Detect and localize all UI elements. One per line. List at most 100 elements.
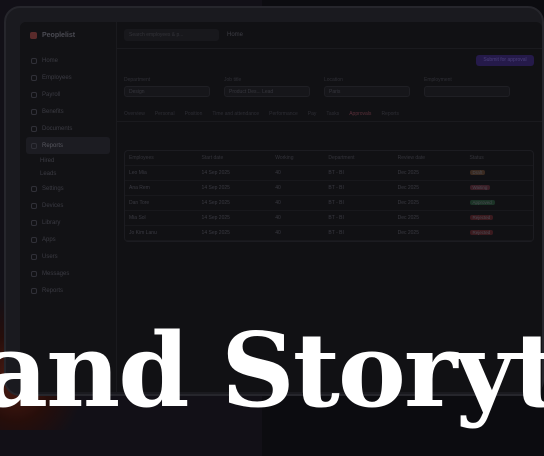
nav-icon <box>31 236 37 243</box>
table-row[interactable]: Mia Sol 14 Sep 2025 40 BT - BI Dec 2025 Rejec… <box>125 210 533 226</box>
sidebar-item-label: Documents <box>42 125 73 132</box>
filter-field: Location Paris <box>324 77 410 97</box>
breadcrumb[interactable]: Home <box>227 32 243 38</box>
nav-icon <box>31 185 37 192</box>
tab-performance[interactable]: Performance <box>269 111 298 117</box>
column-header[interactable]: Employees <box>125 151 198 166</box>
sidebar-item-messages[interactable]: Messages <box>26 265 110 282</box>
app-logo: Peoplelist <box>20 22 116 48</box>
status-badge: Approved <box>469 200 495 205</box>
tab-time-and-attendance[interactable]: Time and attendance <box>212 111 259 117</box>
filter-label: Department <box>124 77 151 83</box>
cell-date: 14 Sep 2025 <box>197 180 272 196</box>
headline-text: and Storyt <box>0 311 544 431</box>
tab-pay[interactable]: Pay <box>308 111 317 117</box>
filter-select[interactable] <box>424 86 510 97</box>
cell-name: Mia Sol <box>125 210 198 226</box>
sidebar-item-settings[interactable]: Settings <box>26 180 110 197</box>
filter-field: Department Design <box>124 77 210 97</box>
cell-date: 14 Sep 2025 <box>197 225 272 241</box>
sidebar-item-label: Payroll <box>42 91 61 98</box>
sidebar-item-reports[interactable]: Reports <box>26 282 110 299</box>
table-row[interactable]: Leo Mia 14 Sep 2025 40 BT - BI Dec 2025 Draft <box>125 165 533 181</box>
sidebar-item-apps[interactable]: Apps <box>26 231 110 248</box>
top-bar: Search employees & p... Home <box>116 22 542 49</box>
filter-select[interactable]: Paris <box>324 86 410 97</box>
sidebar-item-label: Employees <box>42 74 72 81</box>
filter-field: Job title Product Des... Lead <box>224 77 310 97</box>
cell-review: Dec 2025 <box>393 210 466 226</box>
sidebar-item-label: Leads <box>40 170 57 177</box>
cell-dept: BT - BI <box>324 195 394 211</box>
cell-name: Ana Rem <box>125 180 198 196</box>
sidebar-item-home[interactable]: Home <box>26 52 110 69</box>
sidebar-item-documents[interactable]: Documents <box>26 120 110 137</box>
sidebar-item-label: Home <box>42 57 59 64</box>
status-badge: Rejected <box>469 230 494 235</box>
sidebar-item-label: Users <box>42 253 58 260</box>
sidebar-item-label: Messages <box>42 270 70 277</box>
cell-review: Dec 2025 <box>393 180 466 196</box>
sidebar-item-label: Settings <box>42 185 64 192</box>
nav-icon <box>31 108 37 115</box>
cell-dept: BT - BI <box>324 180 394 196</box>
sidebar-item-employees[interactable]: Employees <box>26 69 110 86</box>
logo-icon <box>30 31 37 39</box>
cell-date: 14 Sep 2025 <box>197 165 272 181</box>
action-row: Submit for approval <box>116 49 542 71</box>
tab-tasks[interactable]: Tasks <box>326 111 339 117</box>
status-badge: Draft <box>469 170 486 175</box>
nav-icon <box>31 219 37 226</box>
cell-status: Draft <box>465 165 533 181</box>
cell-hours: 40 <box>271 165 325 181</box>
sidebar-item-label: Reports <box>42 142 64 149</box>
nav-icon <box>31 125 37 132</box>
column-header[interactable]: Working <box>271 151 325 166</box>
cell-review: Dec 2025 <box>393 225 466 241</box>
search-input[interactable]: Search employees & p... <box>124 29 219 41</box>
sidebar-item-hired[interactable]: Hired <box>26 154 110 167</box>
column-header[interactable]: Department <box>324 151 394 166</box>
sidebar-item-reports[interactable]: Reports <box>26 137 110 154</box>
nav-icon <box>31 253 37 260</box>
sidebar-item-label: Hired <box>40 157 55 164</box>
tab-overview[interactable]: Overview <box>124 111 145 117</box>
column-header[interactable]: Status <box>465 151 533 166</box>
sidebar-item-library[interactable]: Library <box>26 214 110 231</box>
cell-review: Dec 2025 <box>393 195 466 211</box>
sidebar-item-leads[interactable]: Leads <box>26 167 110 180</box>
sidebar-item-payroll[interactable]: Payroll <box>26 86 110 103</box>
sidebar-item-label: Devices <box>42 202 64 209</box>
column-header[interactable]: Review date <box>393 151 466 166</box>
cell-review: Dec 2025 <box>393 165 466 181</box>
cell-dept: BT - BI <box>324 225 394 241</box>
approvals-table: Employees Start date Working Department Revi… <box>124 150 534 242</box>
filter-label: Job title <box>224 77 242 83</box>
filter-label: Employment <box>424 77 452 83</box>
sidebar-item-benefits[interactable]: Benefits <box>26 103 110 120</box>
column-header[interactable]: Start date <box>197 151 272 166</box>
cell-dept: BT - BI <box>324 210 394 226</box>
tab-reports[interactable]: Reports <box>381 111 399 117</box>
filter-field: Employment <box>424 77 510 97</box>
cell-hours: 40 <box>271 195 325 211</box>
tab-personal[interactable]: Personal <box>155 111 175 117</box>
table-row[interactable]: Ana Rem 14 Sep 2025 40 BT - BI Dec 2025 Waiti… <box>125 180 533 196</box>
nav-icon <box>31 57 37 64</box>
status-badge: Waiting <box>469 185 491 190</box>
tab-approvals[interactable]: Approvals <box>349 111 371 117</box>
table-header-row: Employees Start date Working Department Revi… <box>125 151 533 166</box>
table-row[interactable]: Jo Kim Lanu 14 Sep 2025 40 BT - BI Dec 2025 R… <box>125 225 533 241</box>
submit-button[interactable]: Submit for approval <box>476 54 534 66</box>
sidebar-item-devices[interactable]: Devices <box>26 197 110 214</box>
tab-bar: Overview Personal Position Time and attenda… <box>116 103 542 122</box>
cell-name: Leo Mia <box>125 165 198 181</box>
filter-select[interactable]: Product Des... Lead <box>224 86 310 97</box>
sidebar-item-users[interactable]: Users <box>26 248 110 265</box>
tab-position[interactable]: Position <box>185 111 203 117</box>
nav-icon <box>31 91 37 98</box>
table-row[interactable]: Dan Tore 14 Sep 2025 40 BT - BI Dec 2025 Appr… <box>125 195 533 211</box>
cell-date: 14 Sep 2025 <box>197 195 272 211</box>
cell-hours: 40 <box>271 210 325 226</box>
filter-select[interactable]: Design <box>124 86 210 97</box>
